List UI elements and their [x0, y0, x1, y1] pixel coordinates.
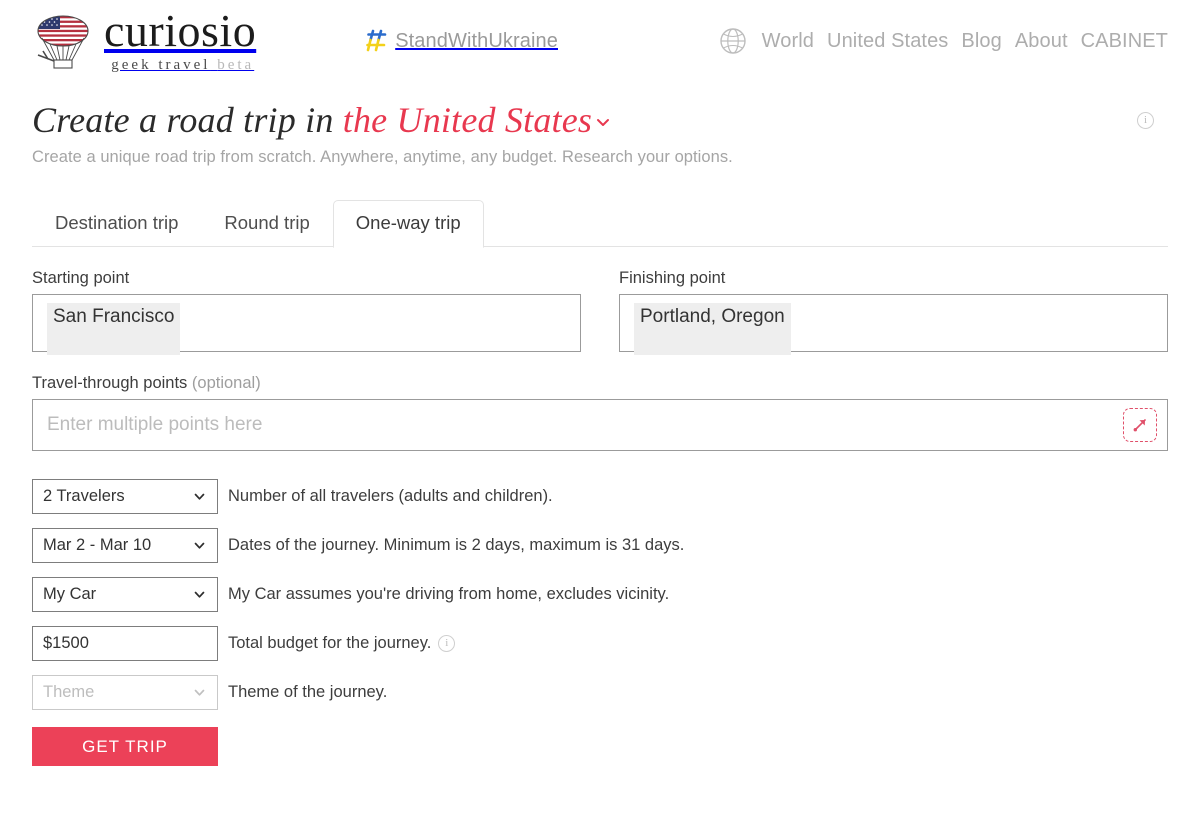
- brand-tagline-main: geek travel: [111, 57, 210, 73]
- page-title: Create a road trip in the United States: [32, 98, 1168, 143]
- travelers-description-text: Number of all travelers (adults and chil…: [228, 487, 553, 506]
- page-title-block: Create a road trip in the United States …: [0, 82, 1200, 167]
- starting-point-label: Starting point: [32, 269, 581, 288]
- nav-item-cabinet[interactable]: CABINET: [1081, 30, 1168, 53]
- transport-description: My Car assumes you're driving from home,…: [228, 585, 669, 604]
- theme-description-text: Theme of the journey.: [228, 683, 387, 702]
- trip-type-tabs: Destination trip Round trip One-way trip: [32, 199, 1168, 247]
- tab-list: Destination trip Round trip One-way trip: [32, 199, 1168, 247]
- brand-name: curiosio: [104, 8, 256, 54]
- option-row-transport: My Car My Car assumes you're driving fro…: [32, 577, 1168, 612]
- stand-with-ukraine-label: StandWithUkraine: [395, 30, 558, 53]
- through-points-label-text: Travel-through points: [32, 374, 187, 392]
- finishing-point-label: Finishing point: [619, 269, 1168, 288]
- stand-with-ukraine-link[interactable]: StandWithUkraine: [366, 29, 558, 53]
- finishing-point-group: Finishing point Portland, Oregon: [619, 269, 1168, 352]
- trip-form: Starting point San Francisco Finishing p…: [0, 269, 1200, 766]
- option-row-dates: Mar 2 - Mar 10 Dates of the journey. Min…: [32, 528, 1168, 563]
- tab-destination-trip[interactable]: Destination trip: [32, 200, 201, 247]
- travelers-description: Number of all travelers (adults and chil…: [228, 487, 553, 506]
- starting-point-token[interactable]: San Francisco: [47, 303, 180, 355]
- globe-icon[interactable]: [718, 26, 748, 56]
- transport-value: My Car: [43, 585, 186, 604]
- budget-description: Total budget for the journey. i: [228, 634, 455, 653]
- chevron-down-icon: [595, 114, 611, 130]
- through-points-optional: (optional): [192, 374, 261, 392]
- expand-arrow-icon: [1130, 415, 1150, 435]
- starting-point-input[interactable]: San Francisco: [32, 294, 581, 352]
- country-selector-label: the United States: [343, 100, 592, 140]
- brand-text: curiosio geek travel beta: [104, 8, 256, 75]
- transport-description-text: My Car assumes you're driving from home,…: [228, 585, 669, 604]
- main-navigation: World United States Blog About CABINET: [718, 26, 1168, 56]
- expand-through-points-button[interactable]: [1123, 408, 1157, 442]
- option-row-theme: Theme Theme of the journey.: [32, 675, 1168, 710]
- chevron-down-icon: [192, 538, 207, 553]
- theme-value: Theme: [43, 683, 186, 702]
- get-trip-button[interactable]: GET TRIP: [32, 727, 218, 766]
- country-selector[interactable]: the United States: [343, 100, 611, 140]
- budget-description-text: Total budget for the journey.: [228, 634, 431, 653]
- budget-info-icon[interactable]: i: [438, 635, 455, 652]
- budget-input[interactable]: $1500: [32, 626, 218, 661]
- hashtag-icon: [366, 29, 388, 53]
- info-icon: i: [1137, 112, 1154, 129]
- page-info-button[interactable]: i: [1137, 112, 1154, 130]
- site-header: curiosio geek travel beta StandWithUkrai…: [0, 0, 1200, 82]
- dates-select[interactable]: Mar 2 - Mar 10: [32, 528, 218, 563]
- through-points-input[interactable]: Enter multiple points here: [32, 399, 1168, 451]
- chevron-down-icon: [192, 489, 207, 504]
- brand-logo-link[interactable]: curiosio geek travel beta: [32, 8, 256, 75]
- dates-value: Mar 2 - Mar 10: [43, 536, 186, 555]
- through-points-placeholder: Enter multiple points here: [47, 414, 262, 436]
- option-row-travelers: 2 Travelers Number of all travelers (adu…: [32, 479, 1168, 514]
- page-title-prefix: Create a road trip in: [32, 100, 334, 140]
- endpoints-row: Starting point San Francisco Finishing p…: [32, 269, 1168, 352]
- brand-tagline-beta: beta: [217, 57, 254, 73]
- nav-item-world[interactable]: World: [762, 30, 814, 53]
- starting-point-group: Starting point San Francisco: [32, 269, 581, 352]
- transport-select[interactable]: My Car: [32, 577, 218, 612]
- chevron-down-icon: [192, 587, 207, 602]
- tab-round-trip[interactable]: Round trip: [201, 200, 332, 247]
- option-row-budget: $1500 Total budget for the journey. i: [32, 626, 1168, 661]
- theme-description: Theme of the journey.: [228, 683, 387, 702]
- finishing-point-input[interactable]: Portland, Oregon: [619, 294, 1168, 352]
- dates-description: Dates of the journey. Minimum is 2 days,…: [228, 536, 684, 555]
- usa-flag-hot-air-balloon-icon: [32, 11, 94, 73]
- nav-item-blog[interactable]: Blog: [961, 30, 1001, 53]
- nav-item-about[interactable]: About: [1015, 30, 1068, 53]
- chevron-down-icon: [192, 685, 207, 700]
- brand-tagline: geek travel beta: [104, 58, 256, 73]
- theme-select[interactable]: Theme: [32, 675, 218, 710]
- budget-value: $1500: [43, 634, 207, 653]
- through-points-group: Travel-through points (optional) Enter m…: [32, 374, 1168, 451]
- through-points-label: Travel-through points (optional): [32, 374, 1168, 393]
- trip-options: 2 Travelers Number of all travelers (adu…: [32, 479, 1168, 766]
- tab-one-way-trip[interactable]: One-way trip: [333, 200, 484, 248]
- nav-item-united-states[interactable]: United States: [827, 30, 948, 53]
- travelers-value: 2 Travelers: [43, 487, 186, 506]
- travelers-select[interactable]: 2 Travelers: [32, 479, 218, 514]
- page-subtitle: Create a unique road trip from scratch. …: [32, 148, 1168, 167]
- dates-description-text: Dates of the journey. Minimum is 2 days,…: [228, 536, 684, 555]
- finishing-point-token[interactable]: Portland, Oregon: [634, 303, 791, 355]
